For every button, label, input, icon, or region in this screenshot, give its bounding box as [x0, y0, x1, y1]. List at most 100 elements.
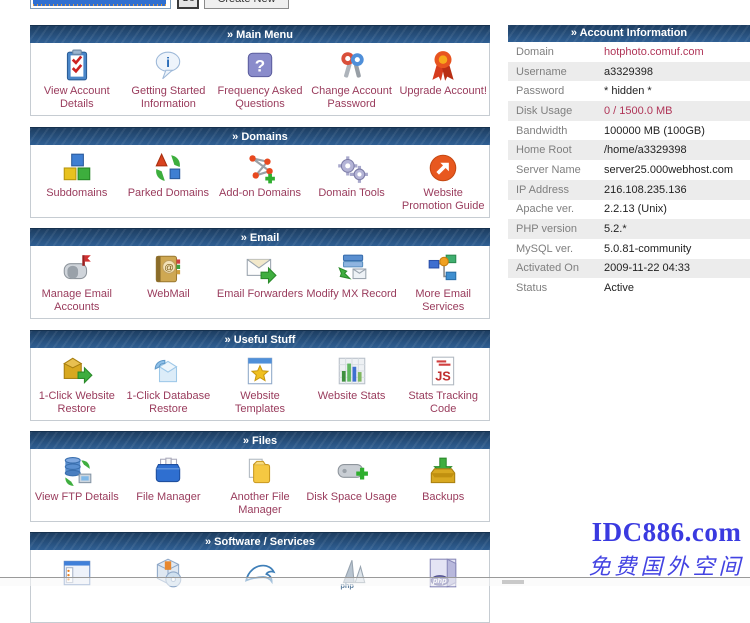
info-bubble-icon: i — [151, 47, 185, 85]
item-label: File Manager — [136, 491, 200, 504]
item-website-stats[interactable]: Website Stats — [306, 348, 398, 420]
mysql-dolphin-icon — [243, 554, 277, 592]
item-subdomains[interactable]: Subdomains — [31, 145, 123, 217]
item-domain-tools[interactable]: Domain Tools — [306, 145, 398, 217]
network-plus-icon — [243, 149, 277, 187]
domain-input[interactable] — [30, 0, 171, 9]
horizontal-scrollbar-thumb[interactable] — [502, 580, 524, 584]
row-label: Home Root — [508, 144, 604, 156]
mailbox-icon — [60, 250, 94, 288]
row-value-domain-link[interactable]: hotphoto.comuf.com — [604, 46, 704, 58]
section-email: » Email Manage Email Accounts @ WebMail … — [30, 228, 490, 319]
row-value: server25.000webhost.com — [604, 164, 733, 176]
item-addon-domains[interactable]: Add-on Domains — [214, 145, 306, 217]
item-software-2[interactable] — [123, 550, 215, 622]
section-header-main-menu: » Main Menu — [30, 25, 490, 43]
backup-box-icon — [426, 453, 460, 491]
software-box-cd-icon — [151, 554, 185, 592]
question-mark-icon: ? — [243, 47, 277, 85]
row-value: 216.108.235.136 — [604, 184, 687, 196]
item-stats-tracking-code[interactable]: JS Stats Tracking Code — [397, 348, 489, 420]
item-change-password[interactable]: Change Account Password — [306, 43, 398, 115]
item-label: Upgrade Account! — [399, 85, 486, 98]
gold-box-arrow-icon — [60, 352, 94, 390]
account-row-username: Username a3329398 — [508, 62, 750, 82]
row-label: Domain — [508, 46, 604, 58]
svg-text:i: i — [166, 54, 170, 70]
selected-text-highlight — [33, 0, 166, 6]
item-webmail[interactable]: @ WebMail — [123, 246, 215, 318]
item-1-click-website-restore[interactable]: 1-Click Website Restore — [31, 348, 123, 420]
watermark-site-name: IDC886.com — [583, 517, 750, 548]
envelope-forward-icon — [243, 250, 277, 288]
item-upgrade-account[interactable]: Upgrade Account! — [397, 43, 489, 115]
item-view-ftp-details[interactable]: View FTP Details — [31, 449, 123, 521]
item-website-templates[interactable]: Website Templates — [214, 348, 306, 420]
bar-chart-icon — [335, 352, 369, 390]
item-faq[interactable]: ? Frequency Asked Questions — [214, 43, 306, 115]
item-parked-domains[interactable]: Parked Domains — [123, 145, 215, 217]
section-body-useful-stuff: 1-Click Website Restore 1-Click Database… — [30, 348, 490, 421]
row-value: 100000 MB (100GB) — [604, 125, 705, 137]
section-body-domains: Subdomains Parked Domains Add-on Domains… — [30, 145, 490, 218]
item-label: 1-Click Database Restore — [123, 390, 215, 416]
item-label: Website Templates — [214, 390, 306, 416]
item-label: Email Forwarders — [217, 288, 303, 301]
account-row-ip-address: IP Address 216.108.235.136 — [508, 180, 750, 200]
row-label: Apache ver. — [508, 203, 604, 215]
row-value: 2009-11-22 04:33 — [604, 262, 690, 274]
item-disk-space-usage[interactable]: Disk Space Usage — [306, 449, 398, 521]
item-more-email-services[interactable]: More Email Services — [397, 246, 489, 318]
item-label: View FTP Details — [35, 491, 119, 504]
section-files: » Files View FTP Details File Manager An… — [30, 431, 490, 522]
item-software-1[interactable] — [31, 550, 123, 622]
account-row-activated-on: Activated On 2009-11-22 04:33 — [508, 259, 750, 279]
section-body-email: Manage Email Accounts @ WebMail Email Fo… — [30, 246, 490, 319]
section-header-email: » Email — [30, 228, 490, 246]
svg-text:JS: JS — [435, 369, 451, 384]
item-label: View Account Details — [31, 85, 123, 111]
item-manage-email-accounts[interactable]: Manage Email Accounts — [31, 246, 123, 318]
account-row-home-root: Home Root /home/a3329398 — [508, 140, 750, 160]
item-modify-mx-record[interactable]: Modify MX Record — [306, 246, 398, 318]
section-body-files: View FTP Details File Manager Another Fi… — [30, 449, 490, 522]
account-row-domain: Domain hotphoto.comuf.com — [508, 42, 750, 62]
row-value: 0 / 1500.0 MB — [604, 105, 673, 117]
item-file-manager[interactable]: File Manager — [123, 449, 215, 521]
section-body-main-menu: View Account Details i Getting Started I… — [30, 43, 490, 116]
item-software-3[interactable] — [214, 550, 306, 622]
item-view-account-details[interactable]: View Account Details — [31, 43, 123, 115]
section-header-files: » Files — [30, 431, 490, 449]
item-1-click-database-restore[interactable]: 1-Click Database Restore — [123, 348, 215, 420]
watermark: IDC886.com 免费国外空间 — [583, 517, 750, 581]
row-label: PHP version — [508, 223, 604, 235]
account-information-panel: » Account Information Domain hotphoto.co… — [508, 25, 750, 298]
window-star-icon — [243, 352, 277, 390]
php-cube-icon: php — [426, 554, 460, 592]
row-value: * hidden * — [604, 85, 652, 97]
cubes-icon — [60, 149, 94, 187]
item-email-forwarders[interactable]: Email Forwarders — [214, 246, 306, 318]
section-domains: » Domains Subdomains Parked Domains Add-… — [30, 127, 490, 218]
ftp-transfer-icon — [60, 453, 94, 491]
item-label: 1-Click Website Restore — [31, 390, 123, 416]
create-new-button[interactable]: Create New — [204, 0, 289, 9]
item-software-4[interactable]: php — [306, 550, 398, 622]
go-button[interactable]: Go — [177, 0, 199, 9]
item-website-promotion-guide[interactable]: Website Promotion Guide — [397, 145, 489, 217]
item-label: Backups — [422, 491, 464, 504]
item-software-5[interactable]: php — [397, 550, 489, 622]
item-label: Add-on Domains — [219, 187, 301, 200]
app-window-icon — [60, 554, 94, 592]
section-header-software-services: » Software / Services — [30, 532, 490, 550]
gears-icon — [335, 149, 369, 187]
item-label: WebMail — [147, 288, 190, 301]
item-another-file-manager[interactable]: Another File Manager — [214, 449, 306, 521]
row-label: Bandwidth — [508, 125, 604, 137]
clipboard-check-icon — [60, 47, 94, 85]
item-label: Another File Manager — [214, 491, 306, 517]
row-label: MySQL ver. — [508, 243, 604, 255]
item-backups[interactable]: Backups — [397, 449, 489, 521]
account-row-server-name: Server Name server25.000webhost.com — [508, 160, 750, 180]
item-getting-started[interactable]: i Getting Started Information — [123, 43, 215, 115]
